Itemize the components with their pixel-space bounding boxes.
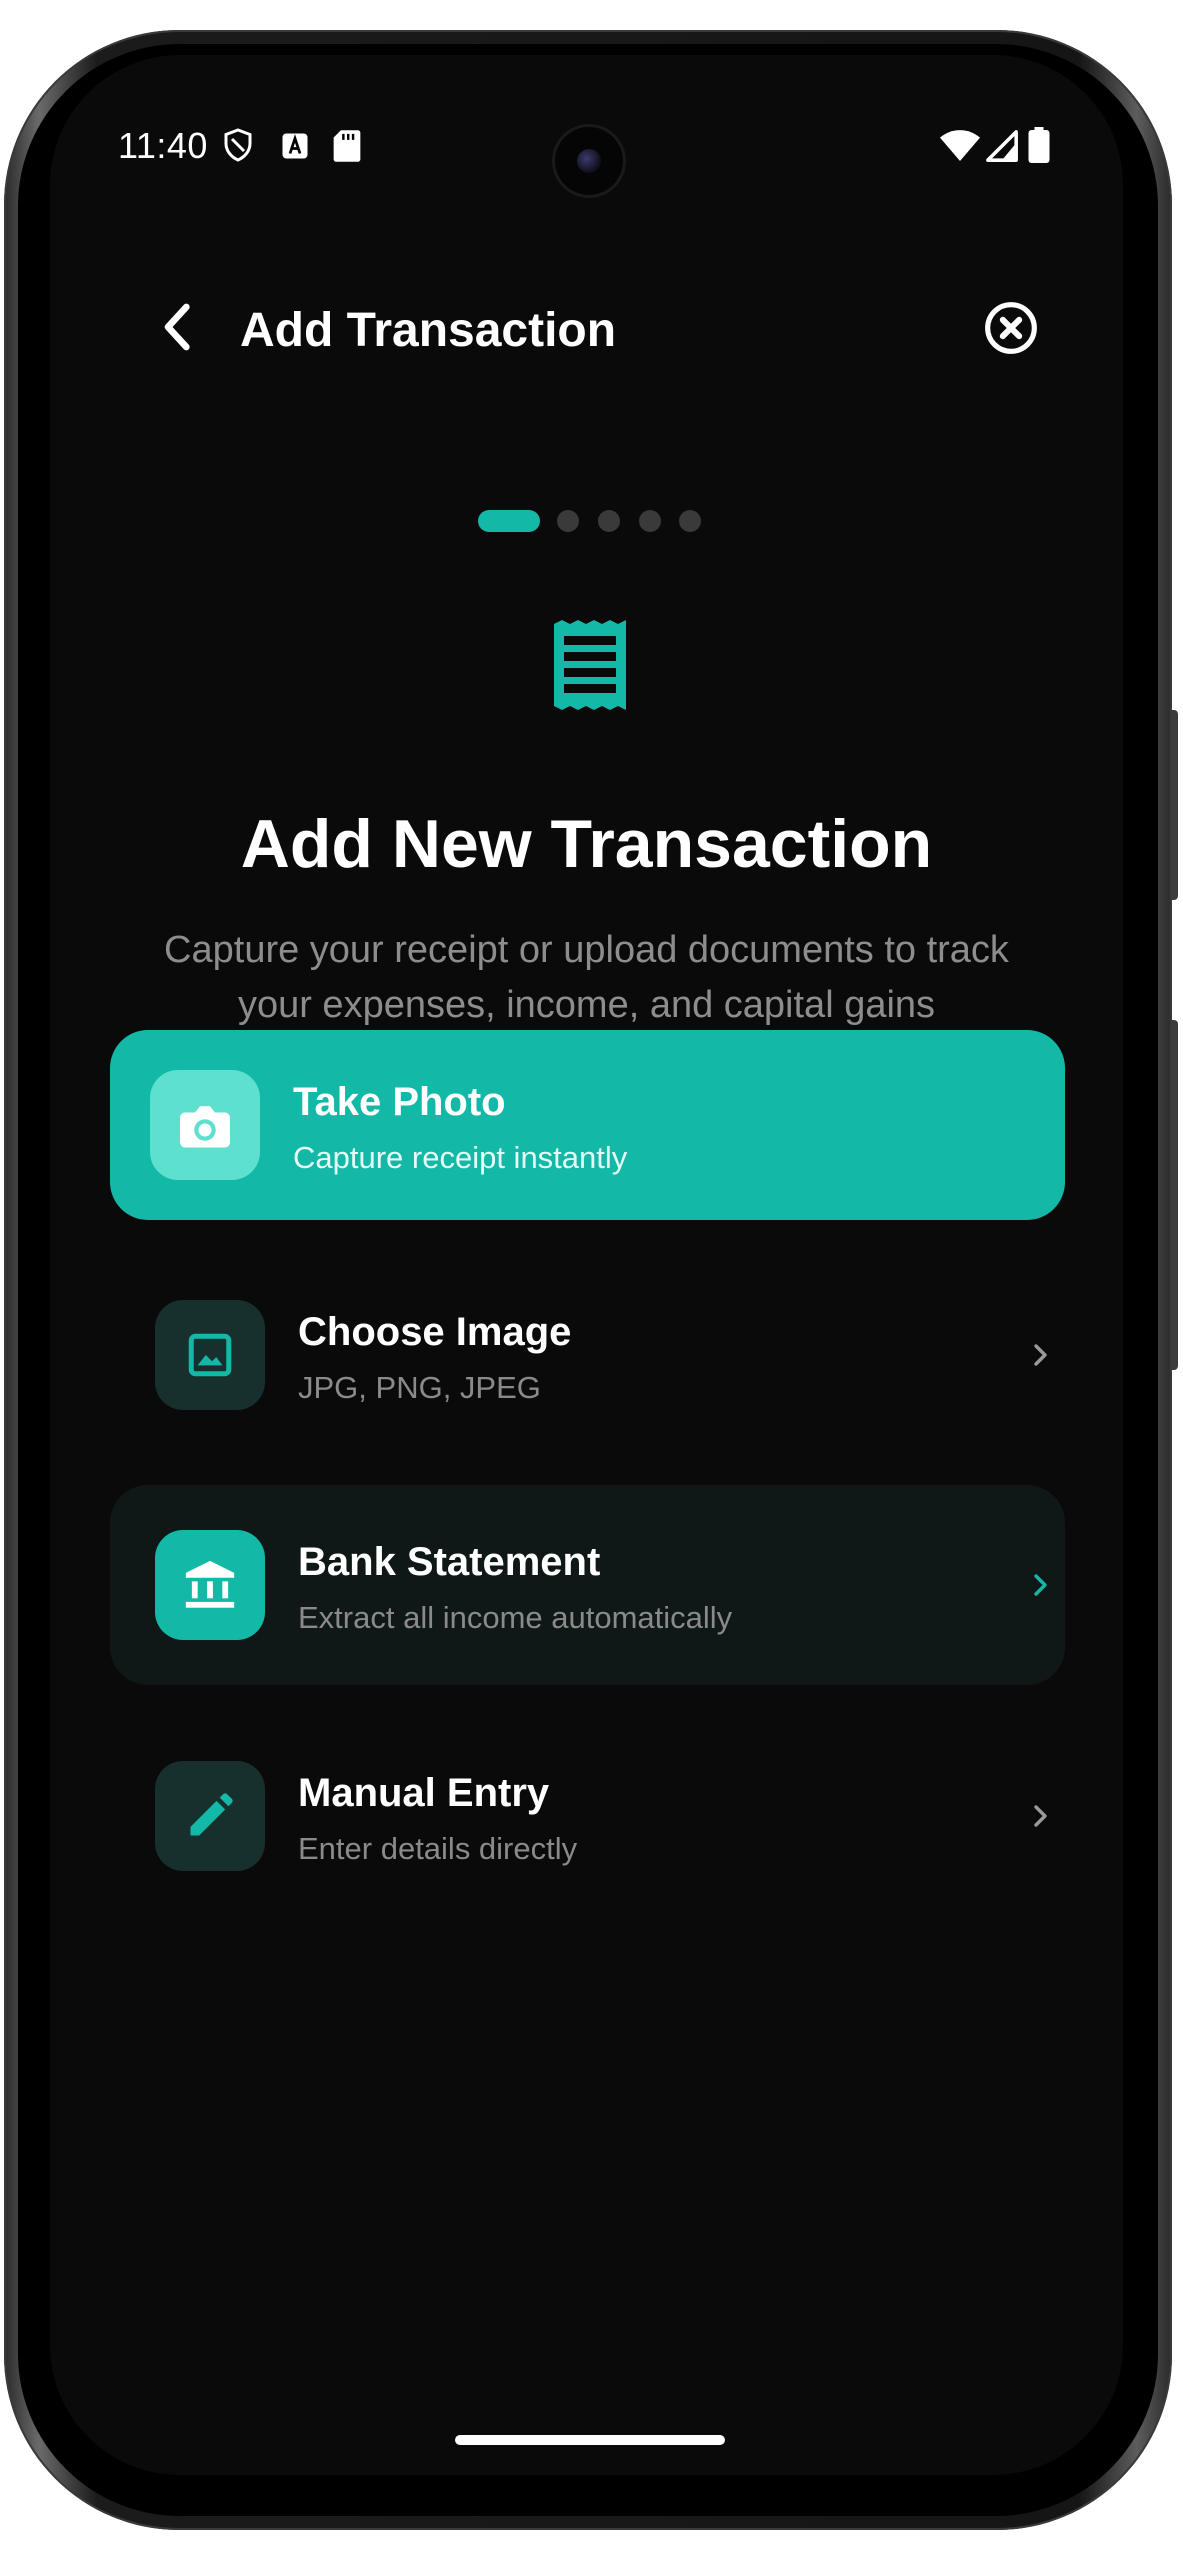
bank-statement-chevron <box>1025 1570 1055 1600</box>
manual-entry-subtitle: Enter details directly <box>298 1831 578 1866</box>
bank-icon <box>185 1560 235 1608</box>
status-bar: 11:40 <box>50 55 1123 195</box>
choose-image-chevron <box>1025 1340 1055 1370</box>
battery-icon <box>1028 127 1050 163</box>
bank-statement-icon-tile <box>155 1530 265 1640</box>
manual-entry-chevron <box>1025 1801 1055 1831</box>
chevron-right-icon <box>1034 1805 1047 1827</box>
manual-entry-option[interactable]: Manual Entry Enter details directly <box>110 1723 1065 1913</box>
page-title: Add Transaction <box>240 304 617 357</box>
step-dot <box>557 510 579 532</box>
status-time: 11:40 <box>118 125 208 166</box>
bank-statement-option[interactable]: Bank Statement Extract all income automa… <box>110 1485 1065 1685</box>
take-photo-subtitle: Capture receipt instantly <box>293 1140 628 1175</box>
hero-title: Add New Transaction <box>240 806 933 882</box>
font-notification-icon <box>282 133 308 159</box>
step-dot-active <box>478 510 540 532</box>
manual-entry-icon-tile <box>155 1761 265 1871</box>
image-icon <box>188 1333 232 1377</box>
take-photo-icon-tile <box>150 1070 260 1180</box>
cellular-signal-icon <box>986 130 1018 162</box>
chevron-right-icon <box>1034 1574 1047 1596</box>
bank-statement-subtitle: Extract all income automatically <box>298 1600 733 1635</box>
home-indicator[interactable] <box>455 2435 725 2445</box>
take-photo-option[interactable]: Take Photo Capture receipt instantly <box>110 1030 1065 1220</box>
pencil-icon <box>190 1793 233 1836</box>
choose-image-title: Choose Image <box>298 1310 572 1354</box>
app-screen: 11:40 Add Transaction Add New Transactio… <box>50 55 1123 2475</box>
take-photo-title: Take Photo <box>293 1080 506 1124</box>
vpn-shield-icon <box>224 128 252 162</box>
sd-card-icon <box>333 130 361 162</box>
camera-icon <box>180 1106 230 1148</box>
wifi-icon <box>940 130 980 161</box>
chevron-left-icon <box>164 303 190 351</box>
close-circle-icon <box>985 302 1037 354</box>
choose-image-subtitle: JPG, PNG, JPEG <box>298 1370 541 1405</box>
step-dot <box>598 510 620 532</box>
front-camera <box>555 127 623 195</box>
chevron-right-icon <box>1034 1344 1047 1366</box>
step-dot <box>639 510 661 532</box>
top-app-bar: Add Transaction <box>50 285 1123 375</box>
choose-image-icon-tile <box>155 1300 265 1410</box>
manual-entry-title: Manual Entry <box>298 1771 550 1815</box>
close-button[interactable] <box>980 297 1042 359</box>
step-dot <box>679 510 701 532</box>
choose-image-option[interactable]: Choose Image JPG, PNG, JPEG <box>110 1260 1065 1450</box>
hero-subtitle: Capture your receipt or upload documents… <box>164 929 1009 1026</box>
step-indicator <box>50 510 1123 534</box>
receipt-icon <box>554 620 626 710</box>
back-button[interactable] <box>148 297 208 357</box>
phone-device: 11:40 Add Transaction Add New Transactio… <box>0 0 1183 2560</box>
bank-statement-title: Bank Statement <box>298 1540 601 1584</box>
